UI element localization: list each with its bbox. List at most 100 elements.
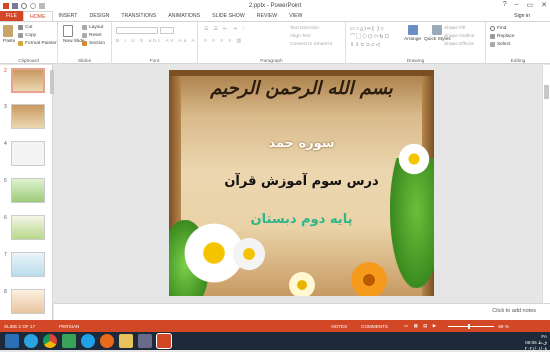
ribbon-tabs: FILE HOME INSERT DESIGN TRANSITIONS ANIM… [0, 11, 550, 21]
start-icon[interactable] [5, 334, 19, 348]
daisy-flower [231, 236, 267, 272]
sign-in-link[interactable]: Sign in [514, 11, 530, 21]
telegram-icon[interactable] [24, 334, 38, 348]
quick-styles-icon [432, 25, 443, 35]
select-icon [490, 42, 495, 47]
thumbnail-item[interactable]: 6 [4, 215, 48, 245]
slide-editor: بسم الله الرحمن الرحیم سوره حمد درس سوم … [54, 65, 542, 303]
thumbnail-image[interactable] [11, 215, 45, 240]
thumbnail-item[interactable]: 2 [4, 68, 48, 98]
arrange-button[interactable]: Arrange [404, 25, 421, 42]
text-direction-button[interactable]: Text Direction [290, 26, 319, 31]
alignment-buttons[interactable]: ≡ ≡ ≡ ≡ ▥ [204, 39, 243, 44]
window-title: 2.pptx - PowerPoint [248, 2, 302, 9]
notes-button[interactable]: NOTES [327, 324, 347, 329]
thumbnail-image[interactable] [11, 68, 45, 93]
select-button[interactable]: Select [490, 42, 510, 47]
zoom-slider-thumb[interactable] [468, 323, 471, 329]
thumbnail-image[interactable] [11, 104, 45, 129]
bismillah-calligraphy: بسم الله الرحمن الرحیم [210, 78, 393, 99]
status-bar: SLIDE 2 OF 17 PERSIAN NOTES COMMENTS ▭ ▦… [0, 320, 550, 332]
paragraph-list-buttons[interactable]: ☰ ☰ ⇤ ⇥ ↕ [204, 27, 246, 32]
firefox-icon[interactable] [100, 334, 114, 348]
tab-view[interactable]: VIEW [283, 11, 308, 21]
thumbnail-item[interactable]: 5 [4, 178, 48, 208]
drawing-group-label: Drawing [406, 59, 425, 64]
language-indicator[interactable]: PERSIAN [55, 324, 79, 329]
font-format-buttons[interactable]: B I U S abc AV Aa A [116, 39, 197, 44]
restore-icon[interactable]: ▭ [527, 1, 534, 9]
find-button[interactable]: Find [490, 26, 506, 31]
shape-effects-button[interactable]: Shape Effects [444, 42, 474, 47]
replace-icon [490, 34, 495, 39]
format-painter-button[interactable]: Format Painter [18, 41, 57, 46]
slides-group-label: Slides [77, 59, 92, 64]
view-buttons[interactable]: ▭ ▦ ▤ ▶ [400, 323, 438, 329]
media-icon[interactable] [138, 334, 152, 348]
drawing-group: ▭○△\⇨{ }☆ ⌒▢◇⬠⇦↻☐ ⇧⇩⊂⊃▱◁ Arrange Quick Sty… [346, 22, 486, 65]
tab-insert[interactable]: INSERT [53, 11, 84, 21]
tab-file[interactable]: FILE [0, 11, 23, 21]
align-text-button[interactable]: Align Text [290, 34, 311, 39]
thumbnail-item[interactable]: 7 [4, 252, 48, 282]
network-icon[interactable] [62, 334, 76, 348]
paragraph-group: ☰ ☰ ⇤ ⇥ ↕ ≡ ≡ ≡ ≡ ▥ Text Direction Align… [198, 22, 346, 65]
slide-line-1: سوره حمد [268, 136, 335, 151]
tab-review[interactable]: REVIEW [251, 11, 283, 21]
tray-date[interactable]: ۲۰۲۱/۰۱/۰۸ [525, 346, 547, 352]
font-name-box[interactable] [116, 27, 158, 34]
close-icon[interactable]: ✕ [541, 1, 547, 9]
title-bar: 2.pptx - PowerPoint ? – ▭ ✕ [0, 0, 550, 11]
paste-button[interactable]: Paste [3, 25, 15, 44]
reset-icon [82, 33, 87, 38]
copy-icon [18, 33, 23, 38]
current-slide[interactable]: بسم الله الرحمن الرحیم سوره حمد درس سوم … [169, 70, 434, 296]
layout-button[interactable]: Layout [82, 25, 103, 30]
tab-animations[interactable]: ANIMATIONS [162, 11, 206, 21]
arrange-icon [407, 25, 418, 35]
find-icon [490, 26, 495, 31]
paragraph-group-label: Paragraph [260, 59, 283, 64]
zoom-level[interactable]: 69 % [494, 324, 508, 329]
tab-design[interactable]: DESIGN [83, 11, 115, 21]
yellow-flower [287, 270, 317, 296]
thumbnail-image[interactable] [11, 289, 45, 314]
editor-scrollbar[interactable] [542, 65, 550, 303]
shapes-gallery[interactable]: ▭○△\⇨{ }☆ ⌒▢◇⬠⇦↻☐ ⇧⇩⊂⊃▱◁ [350, 25, 402, 51]
thumbnail-image[interactable] [11, 252, 45, 277]
thumbnail-item[interactable]: 8 [4, 289, 48, 319]
clipboard-group-label: Clipboard [18, 59, 39, 64]
skype-icon[interactable] [81, 334, 95, 348]
scrollbar-thumb[interactable] [544, 85, 549, 99]
convert-smartart-button[interactable]: Convert to SmartArt [290, 42, 332, 47]
orange-flower [349, 260, 389, 296]
powerpoint-taskbar-icon[interactable] [156, 333, 172, 349]
ribbon: Paste Cut Copy Format Painter Clipboard … [0, 21, 550, 65]
section-button[interactable]: Section [82, 41, 105, 46]
tab-home[interactable]: HOME [22, 11, 53, 21]
replace-button[interactable]: Replace [490, 34, 515, 39]
tab-slide-show[interactable]: SLIDE SHOW [206, 11, 251, 21]
shape-fill-button[interactable]: Shape Fill [444, 26, 465, 31]
shape-outline-button[interactable]: Shape Outline [444, 34, 474, 39]
chrome-icon[interactable] [43, 334, 57, 348]
copy-button[interactable]: Copy [18, 33, 36, 38]
thumbnail-item[interactable]: 4 [4, 141, 48, 171]
comments-button[interactable]: COMMENTS [357, 324, 388, 329]
notes-pane[interactable]: Click to add notes [54, 303, 550, 320]
clipboard-group: Paste Cut Copy Format Painter Clipboard [0, 22, 58, 65]
scroll-top [169, 70, 434, 76]
paste-icon [3, 25, 13, 37]
thumbnail-image[interactable] [11, 141, 45, 166]
editing-group: Find Replace Select Editing [486, 22, 550, 65]
thumbnail-item[interactable]: 3 [4, 104, 48, 134]
folder-icon[interactable] [119, 334, 133, 348]
cut-button[interactable]: Cut [18, 25, 32, 30]
tab-transitions[interactable]: TRANSITIONS [115, 11, 162, 21]
minimize-icon[interactable]: – [515, 1, 519, 9]
thumbnail-image[interactable] [11, 178, 45, 203]
reset-button[interactable]: Reset [82, 33, 102, 38]
zoom-slider[interactable] [448, 323, 495, 329]
font-size-box[interactable] [160, 27, 174, 34]
help-icon[interactable]: ? [503, 1, 507, 9]
